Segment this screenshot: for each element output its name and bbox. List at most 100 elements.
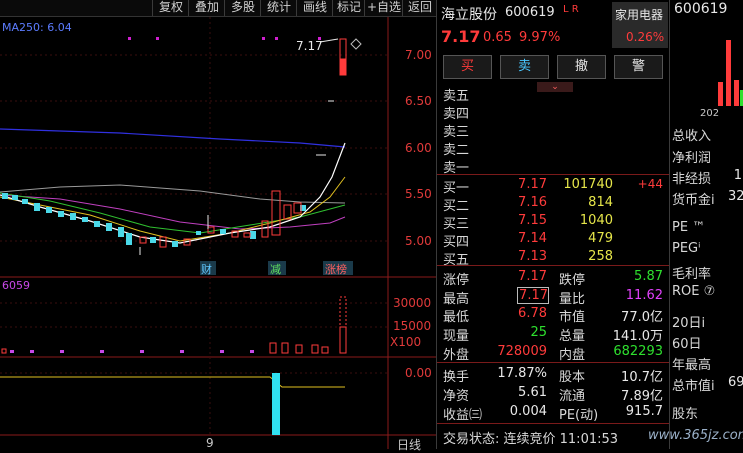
stats-divider <box>437 265 669 266</box>
side-label: 货币金i <box>672 193 715 208</box>
toolbar-stats-button[interactable]: 统计 <box>260 0 297 16</box>
ask-label: 卖四 <box>443 107 470 122</box>
side-code: 600619 <box>674 1 728 17</box>
trade-status: 交易状态: 连续竞价 11:01:53 <box>443 432 619 447</box>
bid-price: 7.15 <box>518 213 547 228</box>
watermark: www.365jz.com <box>648 428 743 443</box>
toolbar-overlay-button[interactable]: 叠加 <box>188 0 225 16</box>
finance-marker[interactable]: 财 <box>201 261 212 277</box>
outer-disk-label: 外盘 <box>443 348 470 363</box>
bid-volume: 1040 <box>579 213 613 228</box>
turnover-label: 换手 <box>443 370 470 385</box>
current-volume-label: 现量 <box>443 329 470 344</box>
expand-chevron-icon[interactable]: ⌄ <box>537 82 573 92</box>
limit-up-value: 7.17 <box>518 269 547 284</box>
volume-tick: 15000 <box>393 319 432 333</box>
price-tick: 6.00 <box>405 141 432 155</box>
price-change-pct: 9.97% <box>519 30 561 45</box>
reduce-marker[interactable]: 减 <box>270 261 281 277</box>
toolbar-multi-stock-button[interactable]: 多股 <box>224 0 261 16</box>
side-year: 202 <box>700 108 720 119</box>
side-label: 年最高 <box>672 358 712 373</box>
side-value: 1 <box>733 168 742 183</box>
price-tick: 5.50 <box>405 187 432 201</box>
limit-up-marker[interactable]: 涨榜 <box>325 261 347 277</box>
low-value: 6.78 <box>518 306 547 321</box>
bid-label: 买三 <box>443 217 470 232</box>
bid-label: 买四 <box>443 235 470 250</box>
inner-disk-value: 682293 <box>613 344 663 359</box>
market-cap-value: 77.0亿 <box>621 310 663 325</box>
side-label: 股东 <box>672 407 699 422</box>
kline-chart-area[interactable]: MA250: 6.04 7.17 7.00 6.50 6.00 5.50 5.0… <box>0 17 436 452</box>
kline-svg <box>0 17 436 449</box>
side-value: 32 <box>728 189 743 204</box>
period-label[interactable]: 日线 <box>397 436 421 453</box>
sell-button[interactable]: 卖 <box>500 55 549 79</box>
volume-label: 6059 <box>2 279 30 292</box>
side-label: PEGⁱ <box>672 241 701 256</box>
high-value: 7.17 <box>517 287 549 304</box>
net-asset-label: 净资 <box>443 389 470 404</box>
float-value: 7.89亿 <box>621 389 663 404</box>
ask-label: 卖三 <box>443 125 470 140</box>
toolbar-add-watchlist-button[interactable]: +自选 <box>364 0 403 16</box>
book-divider <box>437 174 669 175</box>
sector-box[interactable]: 家用电器 0.26% <box>612 2 668 48</box>
alert-button[interactable]: 警 <box>614 55 663 79</box>
side-label: 60日 <box>672 337 702 352</box>
sector-pct: 0.26% <box>626 30 665 44</box>
share-capital-value: 10.7亿 <box>621 370 663 385</box>
volume-unit: X100 <box>390 335 422 349</box>
eps-label: 收益㈢ <box>443 408 483 423</box>
low-label: 最低 <box>443 310 470 325</box>
bid-label: 买一 <box>443 181 470 196</box>
eps-value: 0.004 <box>509 404 547 419</box>
price-change: 0.65 <box>483 30 512 45</box>
bid-delta: +44 <box>637 177 663 191</box>
stock-flags: L R <box>563 4 579 15</box>
bid-volume: 258 <box>588 249 613 264</box>
inner-disk-label: 内盘 <box>559 348 586 363</box>
limit-up-label: 涨停 <box>443 273 470 288</box>
toolbar-back-button[interactable]: 返回 <box>402 0 437 16</box>
volume-tick: 30000 <box>393 296 432 310</box>
side-label: 毛利率 <box>672 267 712 282</box>
side-mini-chart <box>718 40 743 106</box>
limit-down-value: 5.87 <box>634 269 663 284</box>
toolbar-mark-button[interactable]: 标记 <box>332 0 365 16</box>
side-value: 69 <box>728 375 743 390</box>
side-label: 20日i <box>672 316 706 331</box>
sector-name: 家用电器 <box>615 8 664 22</box>
bid-price: 7.13 <box>518 249 547 264</box>
buy-button[interactable]: 买 <box>443 55 492 79</box>
bid-price: 7.17 <box>518 177 547 192</box>
bid-volume: 101740 <box>563 177 613 192</box>
float-label: 流通 <box>559 389 586 404</box>
ask-label: 卖五 <box>443 89 470 104</box>
last-price: 7.17 <box>441 27 481 46</box>
side-label: 净利润 <box>672 151 712 166</box>
total-volume-label: 总量 <box>559 329 586 344</box>
stock-name: 海立股份 <box>441 7 497 23</box>
side-label: 非经损 <box>672 172 712 187</box>
outer-disk-value: 728009 <box>497 344 547 359</box>
market-cap-label: 市值 <box>559 310 586 325</box>
chart-toolbar: 复权 叠加 多股 统计 画线 标记 +自选 返回 <box>0 0 436 17</box>
stock-code: 600619 <box>505 5 555 20</box>
ma250-label: MA250: 6.04 <box>2 21 72 34</box>
cancel-button[interactable]: 撤 <box>557 55 606 79</box>
bid-price: 7.16 <box>518 195 547 210</box>
total-volume-value: 141.0万 <box>612 329 663 344</box>
toolbar-fuquan-button[interactable]: 复权 <box>152 0 189 16</box>
price-tick: 5.00 <box>405 234 432 248</box>
volume-ratio-label: 量比 <box>559 292 586 307</box>
pe-label: PE(动) <box>559 408 599 423</box>
turnover-value: 17.87% <box>497 366 547 381</box>
macd-tick: 0.00 <box>405 366 432 380</box>
current-volume-value: 25 <box>530 325 547 340</box>
toolbar-draw-button[interactable]: 画线 <box>296 0 333 16</box>
net-asset-value: 5.61 <box>518 385 547 400</box>
side-label: 总市值i <box>672 379 715 394</box>
side-label: ROE ⑦ <box>672 284 716 299</box>
